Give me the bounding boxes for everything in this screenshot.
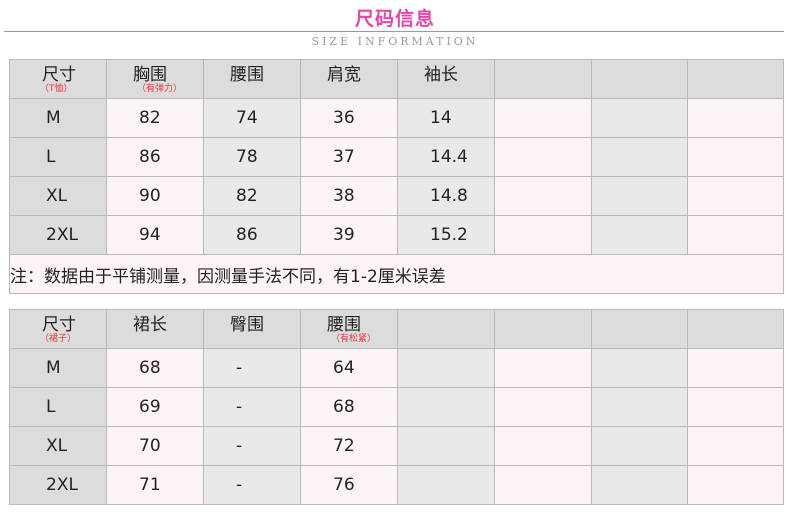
column-header: 尺寸 （裙子） <box>9 309 107 349</box>
value-cell: 70 <box>106 426 204 466</box>
column-header <box>591 59 688 99</box>
value-cell: 15.2 <box>397 215 495 255</box>
value-cell: 68 <box>106 348 204 388</box>
value-cell: 68 <box>300 387 398 427</box>
size-cell: M <box>9 348 107 388</box>
empty-cell <box>494 426 592 466</box>
column-header: 腰围 <box>203 59 301 99</box>
table-row: M 68 - 64 <box>9 348 784 388</box>
empty-cell <box>591 465 688 505</box>
measurement-note: 注：数据由于平铺测量，因测量手法不同，有1-2厘米误差 <box>9 254 784 294</box>
column-header <box>687 309 784 349</box>
table-row: XL 70 - 72 <box>9 426 784 466</box>
column-header <box>397 309 495 349</box>
table-row: 2XL 94 86 39 15.2 <box>9 215 784 255</box>
note-row: 注：数据由于平铺测量，因测量手法不同，有1-2厘米误差 <box>9 254 784 294</box>
page-subtitle: SIZE INFORMATION <box>311 35 479 48</box>
empty-cell <box>591 215 688 255</box>
value-cell: 76 <box>300 465 398 505</box>
empty-cell <box>397 465 495 505</box>
empty-cell <box>591 176 688 216</box>
empty-cell <box>687 98 784 138</box>
value-cell: 64 <box>300 348 398 388</box>
column-header <box>591 309 688 349</box>
value-cell: 82 <box>203 176 301 216</box>
value-cell: 38 <box>300 176 398 216</box>
column-header: 尺寸 （T恤） <box>9 59 107 99</box>
value-cell: 37 <box>300 137 398 177</box>
column-header <box>494 309 592 349</box>
table-row: M 82 74 36 14 <box>9 98 784 138</box>
value-cell: 39 <box>300 215 398 255</box>
empty-cell <box>591 137 688 177</box>
empty-cell <box>494 387 592 427</box>
column-header <box>494 59 592 99</box>
empty-cell <box>494 137 592 177</box>
value-cell: 36 <box>300 98 398 138</box>
empty-cell <box>687 348 784 388</box>
size-cell: M <box>9 98 107 138</box>
empty-cell <box>591 98 688 138</box>
value-cell: 14 <box>397 98 495 138</box>
empty-cell <box>494 348 592 388</box>
value-cell: 14.4 <box>397 137 495 177</box>
size-cell: XL <box>9 426 107 466</box>
column-header: 袖长 <box>397 59 495 99</box>
value-cell: 14.8 <box>397 176 495 216</box>
value-cell: 90 <box>106 176 204 216</box>
value-cell: - <box>203 387 301 427</box>
value-cell: 71 <box>106 465 204 505</box>
size-cell: 2XL <box>9 465 107 505</box>
column-header: 腰围 （有松紧） <box>300 309 398 349</box>
tshirt-size-table: 尺寸 （T恤） 胸围 （有弹力） 腰围 肩宽 袖长 M 82 74 36 14 L … <box>9 59 784 294</box>
page-title: 尺码信息 <box>354 8 435 30</box>
table-header-row: 尺寸 （T恤） 胸围 （有弹力） 腰围 肩宽 袖长 <box>9 59 784 99</box>
column-header: 胸围 （有弹力） <box>106 59 204 99</box>
value-cell: 86 <box>203 215 301 255</box>
empty-cell <box>397 426 495 466</box>
size-cell: 2XL <box>9 215 107 255</box>
empty-cell <box>494 465 592 505</box>
column-header: 肩宽 <box>300 59 398 99</box>
empty-cell <box>397 387 495 427</box>
size-cell: L <box>9 137 107 177</box>
table-row: 2XL 71 - 76 <box>9 465 784 505</box>
table-row: XL 90 82 38 14.8 <box>9 176 784 216</box>
skirt-size-table: 尺寸 （裙子） 裙长 臀围 腰围 （有松紧） M 68 - 64 L 69 - 68… <box>9 309 784 505</box>
column-header <box>687 59 784 99</box>
value-cell: - <box>203 465 301 505</box>
empty-cell <box>687 137 784 177</box>
empty-cell <box>397 348 495 388</box>
table-row: L 86 78 37 14.4 <box>9 137 784 177</box>
title-divider <box>4 31 784 32</box>
table-header-row: 尺寸 （裙子） 裙长 臀围 腰围 （有松紧） <box>9 309 784 349</box>
column-header: 裙长 <box>106 309 204 349</box>
value-cell: 74 <box>203 98 301 138</box>
size-cell: XL <box>9 176 107 216</box>
empty-cell <box>687 176 784 216</box>
value-cell: 72 <box>300 426 398 466</box>
empty-cell <box>494 98 592 138</box>
value-cell: 86 <box>106 137 204 177</box>
empty-cell <box>687 465 784 505</box>
value-cell: - <box>203 426 301 466</box>
empty-cell <box>687 426 784 466</box>
empty-cell <box>687 387 784 427</box>
value-cell: 78 <box>203 137 301 177</box>
empty-cell <box>494 176 592 216</box>
value-cell: 94 <box>106 215 204 255</box>
column-header: 臀围 <box>203 309 301 349</box>
value-cell: - <box>203 348 301 388</box>
empty-cell <box>687 215 784 255</box>
empty-cell <box>591 426 688 466</box>
size-cell: L <box>9 387 107 427</box>
empty-cell <box>591 348 688 388</box>
value-cell: 69 <box>106 387 204 427</box>
table-row: L 69 - 68 <box>9 387 784 427</box>
value-cell: 82 <box>106 98 204 138</box>
empty-cell <box>591 387 688 427</box>
empty-cell <box>494 215 592 255</box>
